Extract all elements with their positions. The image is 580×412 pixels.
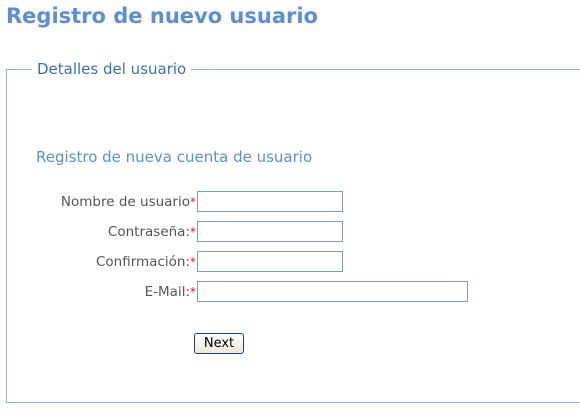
username-row: Nombre de usuario* xyxy=(0,191,580,213)
password-label: Contraseña:* xyxy=(107,224,196,240)
required-marker: * xyxy=(190,195,196,209)
required-marker: * xyxy=(190,285,196,299)
required-marker: * xyxy=(190,255,196,269)
confirm-row: Confirmación:* xyxy=(0,251,580,273)
username-label: Nombre de usuario* xyxy=(60,194,196,210)
username-input[interactable] xyxy=(197,191,343,212)
fieldset-legend: Detalles del usuario xyxy=(32,59,192,79)
password-row: Contraseña:* xyxy=(0,221,580,243)
page-title: Registro de nuevo usuario xyxy=(6,4,318,28)
form-section-title: Registro de nueva cuenta de usuario xyxy=(36,148,313,166)
email-row: E-Mail:* xyxy=(0,281,580,303)
confirm-label: Confirmación:* xyxy=(95,254,196,270)
email-input[interactable] xyxy=(197,281,468,302)
next-button[interactable]: Next xyxy=(194,333,244,354)
required-marker: * xyxy=(190,225,196,239)
email-label: E-Mail:* xyxy=(144,284,196,300)
password-input[interactable] xyxy=(197,221,343,242)
confirm-password-input[interactable] xyxy=(197,251,343,272)
